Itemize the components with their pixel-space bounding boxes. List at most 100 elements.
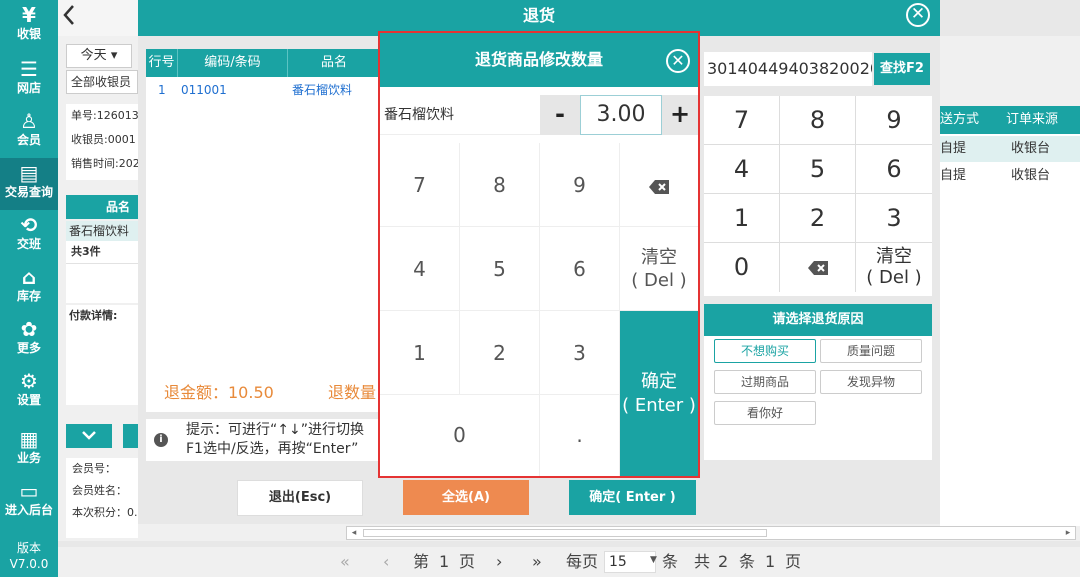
date-filter-select[interactable]: 今天 ▾ — [66, 44, 132, 68]
return-reason-title: 请选择退货原因 — [704, 304, 932, 336]
barcode-input[interactable]: 30140449403820020 — [704, 52, 872, 86]
row-name[interactable]: 番石榴饮料 — [292, 79, 352, 101]
increment-button[interactable]: + — [662, 95, 698, 135]
warehouse-icon: ⌂ — [21, 265, 37, 289]
keypad-key[interactable]: 5 — [780, 145, 856, 194]
keypad-key[interactable]: 2 — [780, 194, 856, 243]
expand-button[interactable] — [66, 424, 112, 448]
decrement-button[interactable]: - — [540, 95, 580, 135]
keypad-key[interactable]: 3 — [856, 194, 932, 243]
first-page-icon[interactable]: « — [340, 552, 350, 572]
backend-icon: ▭ — [19, 479, 39, 503]
keypad-key[interactable]: 9 — [540, 143, 620, 227]
close-icon[interactable]: ✕ — [666, 49, 690, 73]
keypad-key[interactable]: 4 — [704, 145, 780, 194]
close-icon[interactable]: ✕ — [906, 3, 930, 27]
keypad-key[interactable]: 6 — [540, 227, 620, 311]
backspace-key[interactable] — [780, 243, 856, 292]
backspace-icon — [807, 261, 828, 275]
sidebar: ¥ 收银 ☰ 网店 ♙ 会员 ▤ 交易查询 ⟲ 交班 ⌂ 库存 ✿ 更多 ⚙ 设… — [0, 0, 58, 577]
settings-icon: ⚙ — [20, 369, 38, 393]
backspace-icon — [649, 179, 669, 194]
reason-option[interactable]: 发现异物 — [820, 370, 922, 394]
quantity-input[interactable]: 3.00 — [580, 95, 662, 135]
sidebar-item-settings[interactable]: ⚙ 设置 — [0, 366, 58, 418]
member-name: 会员姓名： — [72, 484, 127, 497]
sidebar-item-store[interactable]: ☰ 网店 — [0, 54, 58, 106]
keypad-key[interactable]: 7 — [704, 96, 780, 145]
sidebar-item-member[interactable]: ♙ 会员 — [0, 106, 58, 158]
keypad-key[interactable]: 8 — [780, 96, 856, 145]
keypad-key[interactable]: 5 — [460, 227, 540, 311]
order-number: 单号:1260130 — [71, 109, 138, 122]
chevron-down-icon — [82, 431, 96, 440]
find-button[interactable]: 查找F2 — [874, 53, 930, 85]
last-page-icon[interactable]: » — [532, 552, 542, 572]
member-number: 会员号： — [72, 462, 116, 475]
document-icon: ▤ — [19, 161, 39, 185]
enter-button[interactable]: 确定 ( Enter ) — [620, 311, 698, 476]
confirm-button[interactable]: 确定( Enter ) — [569, 480, 696, 515]
clear-key[interactable]: 清空 ( Del ) — [620, 227, 698, 311]
handover-icon: ⟲ — [20, 213, 38, 237]
keypad-key[interactable]: 7 — [380, 143, 460, 227]
product-list-empty — [66, 263, 138, 303]
keypad-key-zero[interactable]: 0 — [380, 395, 540, 476]
order-cashier: 收银员:0001 — [71, 133, 136, 146]
scroll-thumb[interactable] — [363, 529, 767, 537]
reason-option[interactable]: 过期商品 — [714, 370, 816, 394]
backspace-key[interactable] — [620, 143, 698, 227]
select-all-button[interactable]: 全选(A) — [403, 480, 529, 515]
keypad-key[interactable]: 2 — [460, 311, 540, 395]
sidebar-item-handover[interactable]: ⟲ 交班 — [0, 210, 58, 262]
per-page-dropdown-icon[interactable]: ▼ — [650, 555, 657, 565]
scroll-right-icon[interactable]: ▸ — [1061, 527, 1075, 539]
modify-quantity-modal: 退货商品修改数量 ✕ 番石榴饮料 - 3.00 + 7 8 9 4 5 6 清空… — [378, 31, 700, 478]
keypad-key-decimal[interactable]: . — [540, 395, 620, 476]
payment-details: 付款详情: — [66, 305, 138, 405]
total-pages: 1 — [765, 552, 776, 571]
product-list-item[interactable]: 番石榴饮料 — [66, 221, 138, 241]
refund-amount: 退金额：10.50 — [164, 383, 274, 402]
side-button[interactable] — [123, 424, 138, 448]
keypad-key[interactable]: 6 — [856, 145, 932, 194]
row-delivery: 自提 — [940, 168, 967, 183]
exit-button[interactable]: 退出(Esc) — [237, 480, 363, 516]
chevron-down-icon: ▾ — [110, 48, 118, 63]
keypad-key[interactable]: 1 — [704, 194, 780, 243]
sidebar-item-inventory[interactable]: ⌂ 库存 — [0, 262, 58, 314]
total-items: 2 — [718, 552, 729, 571]
cashier-filter-select[interactable]: 全部收银员 — [66, 70, 138, 94]
reason-option[interactable]: 质量问题 — [820, 339, 922, 363]
scroll-left-icon[interactable]: ◂ — [347, 527, 361, 539]
keypad-key[interactable]: 4 — [380, 227, 460, 311]
order-table-header: 送方式 订单来源 — [940, 106, 1080, 134]
reason-option[interactable]: 不想购买 — [714, 339, 816, 363]
horizontal-scrollbar[interactable]: ◂ ▸ — [346, 526, 1076, 540]
return-items-table — [146, 49, 380, 412]
sidebar-item-more[interactable]: ✿ 更多 — [0, 314, 58, 366]
next-page-icon[interactable]: › — [496, 552, 502, 572]
keypad-key[interactable]: 9 — [856, 96, 932, 145]
reason-option[interactable]: 看你好 — [714, 401, 816, 425]
per-page-select[interactable]: 15 — [604, 551, 656, 573]
member-points: 本次积分：0.0 — [72, 506, 138, 519]
business-icon: ▦ — [19, 427, 39, 451]
sidebar-item-transactions[interactable]: ▤ 交易查询 — [0, 158, 58, 210]
row-code[interactable]: 011001 — [181, 79, 227, 101]
barcode-keypad: 7 8 9 4 5 6 1 2 3 0 清空 ( Del ) — [704, 96, 932, 296]
row-line-number[interactable]: 1 — [158, 79, 166, 101]
prev-page-icon[interactable]: ‹ — [383, 552, 389, 572]
sidebar-item-backend[interactable]: ▭ 进入后台 — [0, 476, 58, 528]
back-arrow-icon[interactable] — [62, 4, 82, 30]
keypad-key[interactable]: 3 — [540, 311, 620, 395]
keypad-key[interactable]: 1 — [380, 311, 460, 395]
clear-key[interactable]: 清空 ( Del ) — [856, 243, 932, 292]
sidebar-item-cashier[interactable]: ¥ 收银 — [0, 0, 58, 52]
keypad-key[interactable]: 8 — [460, 143, 540, 227]
product-list-header: 品名 — [66, 195, 138, 219]
keypad-key[interactable]: 0 — [704, 243, 780, 292]
member-icon: ♙ — [20, 109, 38, 133]
sidebar-item-business[interactable]: ▦ 业务 — [0, 424, 58, 476]
order-info: 单号:1260130 收银员:0001 销售时间:202 — [66, 104, 138, 180]
